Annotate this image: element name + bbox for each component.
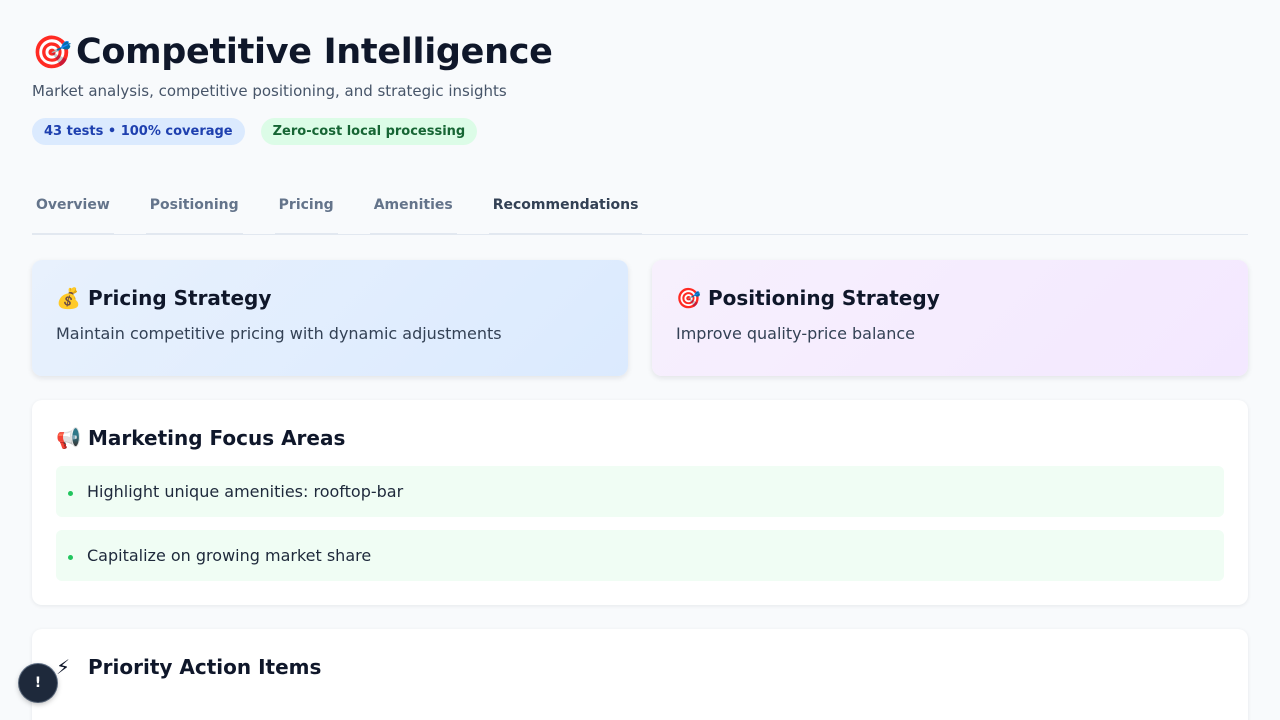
tab-positioning[interactable]: Positioning bbox=[145, 179, 243, 235]
lightning-icon: ⚡ bbox=[56, 655, 71, 679]
bullet-icon bbox=[68, 491, 73, 496]
bullet-icon bbox=[68, 555, 73, 560]
tab-recommendations[interactable]: Recommendations bbox=[488, 179, 643, 235]
section-header: ⚡ Priority Action Items bbox=[56, 655, 1224, 679]
card-header: 💰 Pricing Strategy bbox=[56, 286, 604, 310]
marketing-focus-section: 📢 Marketing Focus Areas Highlight unique… bbox=[32, 400, 1248, 605]
tab-bar: Overview Positioning Pricing Amenities R… bbox=[32, 179, 1248, 235]
alert-button[interactable]: ! bbox=[19, 664, 57, 702]
money-bag-icon: 💰 bbox=[56, 286, 81, 310]
card-header: 🎯 Positioning Strategy bbox=[676, 286, 1224, 310]
priority-actions-section: ⚡ Priority Action Items bbox=[32, 629, 1248, 720]
pricing-strategy-card: 💰 Pricing Strategy Maintain competitive … bbox=[32, 260, 628, 376]
list-item: Highlight unique amenities: rooftop-bar bbox=[56, 466, 1224, 517]
list-item: Capitalize on growing market share bbox=[56, 530, 1224, 581]
alert-icon: ! bbox=[34, 675, 42, 691]
page-subtitle: Market analysis, competitive positioning… bbox=[32, 82, 507, 100]
target-icon: 🎯 bbox=[676, 286, 701, 310]
card-title: Positioning Strategy bbox=[708, 286, 940, 310]
tab-pricing[interactable]: Pricing bbox=[274, 179, 338, 235]
section-header: 📢 Marketing Focus Areas bbox=[56, 426, 1224, 450]
megaphone-icon: 📢 bbox=[56, 426, 81, 450]
target-icon: 🎯 bbox=[32, 33, 72, 71]
card-text: Maintain competitive pricing with dynami… bbox=[56, 324, 502, 343]
page-title: Competitive Intelligence bbox=[76, 32, 553, 72]
card-title: Pricing Strategy bbox=[88, 286, 272, 310]
header: 🎯 Competitive Intelligence Market analys… bbox=[32, 0, 1248, 145]
tab-amenities[interactable]: Amenities bbox=[369, 179, 457, 235]
processing-badge: Zero-cost local processing bbox=[260, 118, 478, 145]
section-title: Marketing Focus Areas bbox=[88, 426, 346, 450]
badges: 43 tests • 100% coverage Zero-cost local… bbox=[32, 118, 1248, 145]
card-text: Improve quality-price balance bbox=[676, 324, 915, 343]
list-item-text: Capitalize on growing market share bbox=[87, 546, 372, 565]
focus-list: Highlight unique amenities: rooftop-bar … bbox=[56, 466, 1224, 581]
positioning-strategy-card: 🎯 Positioning Strategy Improve quality-p… bbox=[652, 260, 1248, 376]
strategy-row: 💰 Pricing Strategy Maintain competitive … bbox=[32, 260, 1248, 376]
tab-overview[interactable]: Overview bbox=[32, 179, 114, 235]
title-row: 🎯 Competitive Intelligence bbox=[32, 30, 1248, 74]
test-coverage-badge: 43 tests • 100% coverage bbox=[32, 118, 245, 145]
list-item-text: Highlight unique amenities: rooftop-bar bbox=[87, 482, 404, 501]
page: 🎯 Competitive Intelligence Market analys… bbox=[0, 0, 1280, 720]
section-title: Priority Action Items bbox=[88, 655, 322, 679]
